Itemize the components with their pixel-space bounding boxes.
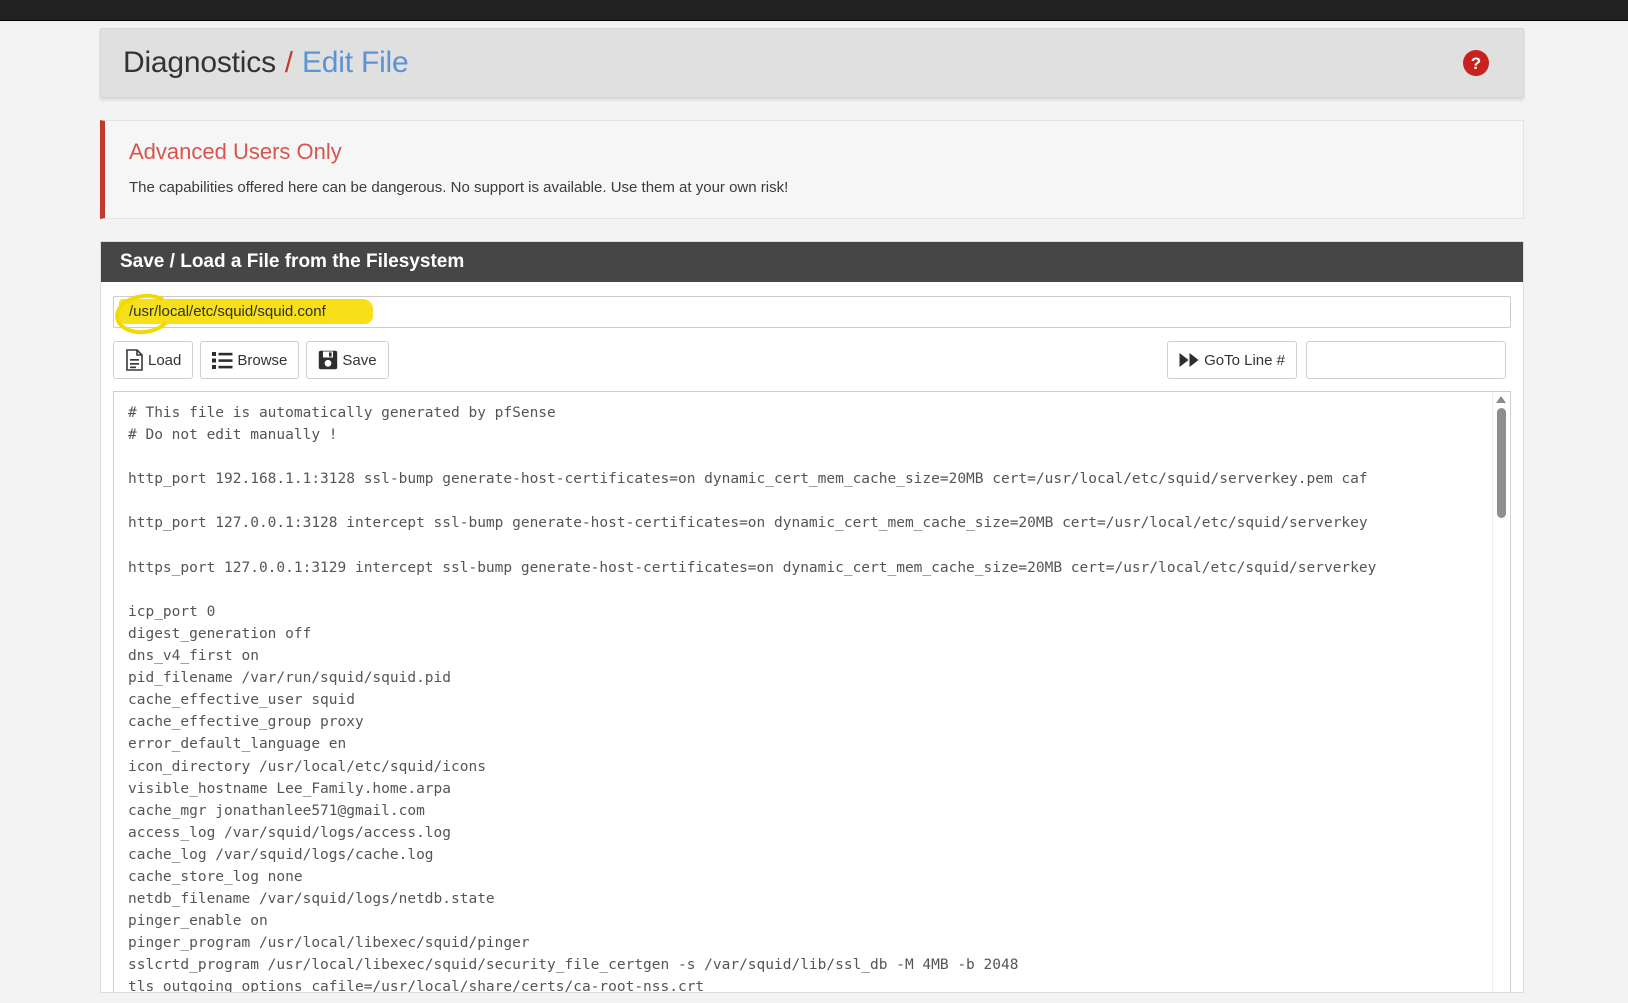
file-path-row: /usr/local/etc/squid/squid.conf [112,290,1511,338]
breadcrumb-separator: / [284,47,293,79]
page-header: Diagnostics / Edit File ? [100,28,1524,98]
breadcrumb-parent[interactable]: Diagnostics [123,46,276,80]
help-icon[interactable]: ? [1463,50,1489,76]
load-button[interactable]: Load [113,341,194,379]
content-column: Diagnostics / Edit File ? Advanced Users… [100,28,1524,993]
goto-line-label: GoTo Line # [1204,351,1285,369]
list-icon [212,351,233,370]
load-button-label: Load [148,351,182,369]
goto-line-input[interactable] [1306,341,1506,379]
file-path-input[interactable] [113,296,1511,328]
editor-scrollbar[interactable] [1492,392,1510,992]
page-root: Diagnostics / Edit File ? Advanced Users… [0,0,1628,1003]
browse-button[interactable]: Browse [200,341,300,379]
file-editor[interactable]: # This file is automatically generated b… [113,391,1511,992]
file-toolbar: Load Browse Save GoTo Line # [113,341,1511,379]
scroll-up-arrow-icon[interactable] [1496,396,1506,403]
breadcrumb-current[interactable]: Edit File [302,46,409,80]
callout-body: The capabilities offered here can be dan… [129,179,789,196]
breadcrumb: Diagnostics / Edit File [123,46,1463,80]
goto-line-group: GoTo Line # [1167,341,1506,379]
save-load-panel: Save / Load a File from the Filesystem /… [100,241,1524,993]
advanced-users-callout: Advanced Users Only The capabilities off… [100,120,1524,219]
panel-heading: Save / Load a File from the Filesystem [101,242,1523,282]
file-document-icon [125,349,144,371]
fast-forward-icon [1179,352,1200,368]
callout-title: Advanced Users Only [129,139,342,164]
save-button-label: Save [342,351,377,369]
file-editor-content[interactable]: # This file is automatically generated b… [114,392,1510,992]
panel-body: /usr/local/etc/squid/squid.conf /usr/loc… [101,282,1523,992]
top-navbar [0,0,1628,21]
editor-scrollbar-thumb[interactable] [1497,408,1506,518]
goto-line-button[interactable]: GoTo Line # [1167,341,1297,379]
browse-button-label: Browse [237,351,288,369]
save-button[interactable]: Save [306,341,389,379]
floppy-disk-icon [318,350,338,370]
